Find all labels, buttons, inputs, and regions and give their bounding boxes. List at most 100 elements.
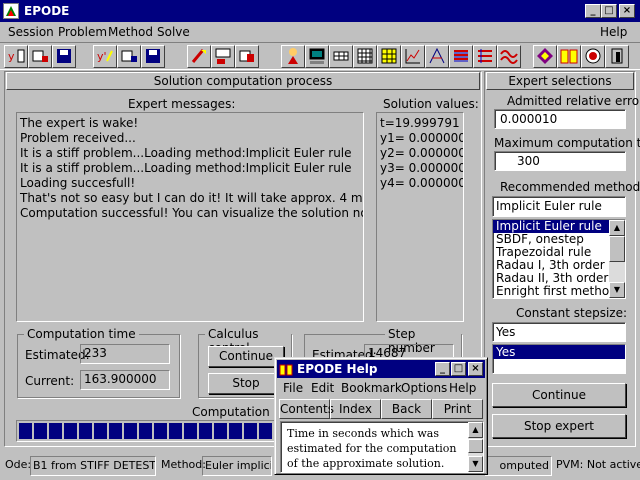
svg-text:y': y' [97, 50, 107, 63]
save-problem-icon[interactable] [52, 45, 76, 68]
expert-icon[interactable] [281, 45, 305, 68]
help-title: EPODE Help [297, 362, 378, 376]
calculus-continue-button[interactable]: Continue [208, 346, 284, 367]
run-icon[interactable] [211, 45, 235, 68]
exit-icon[interactable] [605, 45, 629, 68]
menu-help[interactable]: Help [600, 25, 627, 39]
rec-methods-label: Recommended methods: [500, 180, 640, 194]
method-item[interactable]: Enright first method [493, 285, 625, 298]
app-icon[interactable] [3, 3, 19, 19]
help-text-line: Time in seconds which was [287, 427, 439, 440]
const-step-field[interactable]: Yes [492, 322, 626, 342]
menu-problem[interactable]: Problem [58, 25, 107, 39]
help-back-button[interactable]: Back [381, 399, 432, 419]
edit-equation-icon[interactable]: y' [93, 45, 117, 68]
solution-values-label: Solution values: [383, 97, 479, 111]
graph-icon[interactable] [401, 45, 425, 68]
target-icon[interactable] [581, 45, 605, 68]
book-icon[interactable] [557, 45, 581, 68]
current-time-field[interactable]: 163.900000 [80, 370, 170, 390]
help-menu-help[interactable]: Help [449, 381, 476, 395]
const-step-option[interactable]: Yes [493, 345, 625, 359]
help-menu-bookmark[interactable]: Bookmark [341, 381, 402, 395]
message-line: Problem received... [20, 131, 136, 145]
help-menu-file[interactable]: File [283, 381, 303, 395]
help-scroll-thumb[interactable] [468, 439, 483, 453]
value-line: y2= 0.000000 [380, 146, 464, 160]
solution-values-box[interactable]: t=19.999791 y1= 0.000000 y2= 0.000000 y3… [376, 112, 464, 322]
expert-messages-box[interactable]: The expert is wake! Problem received... … [16, 112, 364, 322]
menu-method[interactable]: Method [108, 25, 153, 39]
help-contents-button[interactable]: Contents [279, 399, 334, 419]
methods-list[interactable]: Implicit Euler rule SBDF, onestep Trapez… [492, 219, 626, 299]
const-step-list[interactable]: Yes [492, 344, 626, 374]
scroll-up-icon[interactable]: ▲ [609, 220, 625, 236]
wave-icon[interactable] [497, 45, 521, 68]
scroll-down-icon[interactable]: ▼ [609, 282, 625, 298]
close-icon[interactable]: × [619, 4, 635, 18]
expert-messages-label: Expert messages: [128, 97, 236, 111]
new-problem-icon[interactable]: y [4, 45, 28, 68]
maximize-icon[interactable]: □ [601, 4, 617, 18]
menu-bar: Session Problem Method Solve Help [0, 22, 640, 42]
help-index-button[interactable]: Index [330, 399, 381, 419]
rec-method-field[interactable]: Implicit Euler rule [492, 196, 626, 217]
minimize-icon[interactable]: _ [585, 4, 601, 18]
solution-panel-header: Solution computation process [6, 72, 480, 90]
table-small-icon[interactable] [329, 45, 353, 68]
computation-time-caption: Computation time [24, 327, 139, 341]
calculus-stop-button[interactable]: Stop [208, 373, 284, 394]
help-text-area[interactable]: Time in seconds which was estimated for … [280, 421, 484, 473]
help-book-icon [279, 362, 293, 376]
spectrum-icon[interactable] [449, 45, 473, 68]
value-line: y1= 0.000000 [380, 131, 464, 145]
toolbar: y y' [0, 42, 640, 70]
help-scroll-up-icon[interactable]: ▲ [468, 422, 483, 438]
pvm-status: PVM: Not active [556, 458, 640, 471]
title-bar: EPODE _ □ × [0, 0, 640, 22]
diamond-icon[interactable] [533, 45, 557, 68]
help-scrollbar[interactable]: ▲ ▼ [468, 422, 483, 472]
method-label: Method: [161, 458, 206, 471]
expert-continue-button[interactable]: Continue [492, 383, 626, 407]
menu-session[interactable]: Session [8, 25, 54, 39]
help-window: EPODE Help _ □ × File Edit Bookmark Opti… [274, 357, 488, 475]
help-close-icon[interactable]: × [468, 362, 483, 376]
help-menu-edit[interactable]: Edit [311, 381, 334, 395]
message-line: Computation successful! You can visualiz… [20, 206, 364, 220]
message-line: It is a stiff problem...Loading method:I… [20, 161, 352, 175]
message-line: Loading succesfull! [20, 176, 136, 190]
message-line: It is a stiff problem...Loading method:I… [20, 146, 352, 160]
help-text-line: estimated for the computation [287, 442, 457, 455]
app-title: EPODE [24, 4, 70, 18]
open-problem-icon[interactable] [28, 45, 52, 68]
computer-icon[interactable] [305, 45, 329, 68]
table-large-icon[interactable] [353, 45, 377, 68]
stiffness-icon[interactable] [473, 45, 497, 68]
help-print-button[interactable]: Print [432, 399, 483, 419]
open-run-icon[interactable] [235, 45, 259, 68]
max-time-field[interactable]: 300 [494, 151, 626, 171]
value-line: y3= 0.000000 [380, 161, 464, 175]
save-method-icon[interactable] [141, 45, 165, 68]
scroll-thumb[interactable] [609, 236, 625, 262]
stop-expert-button[interactable]: Stop expert [492, 414, 626, 438]
help-scroll-down-icon[interactable]: ▼ [468, 456, 483, 472]
help-maximize-icon[interactable]: □ [451, 362, 466, 376]
open-method-icon[interactable] [117, 45, 141, 68]
computation-state: omputed [484, 456, 552, 476]
methods-scrollbar[interactable]: ▲ ▼ [609, 220, 625, 298]
grid-icon[interactable] [377, 45, 401, 68]
max-time-label: Maximum computation time: [494, 136, 640, 150]
menu-solve[interactable]: Solve [157, 25, 190, 39]
rel-error-field[interactable]: 0.000010 [494, 109, 626, 129]
help-menu-options[interactable]: Options [401, 381, 447, 395]
ode-value: B1 from STIFF DETEST, li [30, 456, 156, 476]
help-text-line: of the approximate solution. [287, 457, 445, 470]
method-value: Euler implicit ru [202, 456, 272, 476]
estimated-time-field[interactable]: 233 [80, 344, 170, 364]
help-minimize-icon[interactable]: _ [435, 362, 450, 376]
edit-method-icon[interactable] [187, 45, 211, 68]
phase-icon[interactable] [425, 45, 449, 68]
value-line: t=19.999791 [380, 116, 460, 130]
